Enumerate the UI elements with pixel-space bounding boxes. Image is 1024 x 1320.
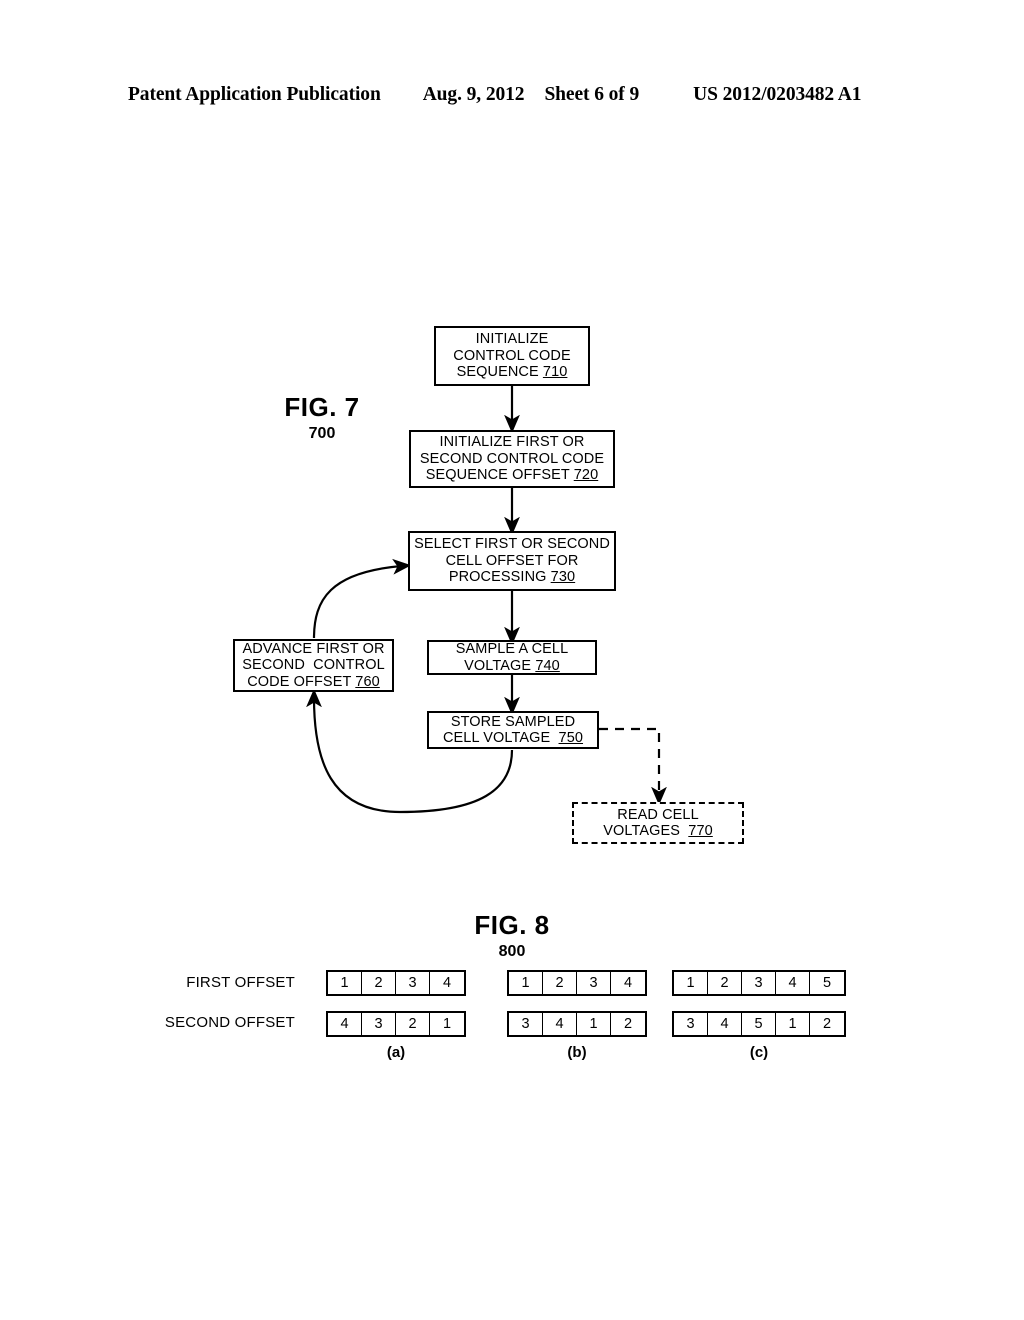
- flowchart-box-710[interactable]: INITIALIZE CONTROL CODE SEQUENCE 710: [434, 326, 590, 386]
- box-760-line3-wrap: CODE OFFSET 760: [247, 674, 380, 691]
- box-730-line1: SELECT FIRST OR SECOND: [414, 536, 610, 553]
- box-710-line2: CONTROL CODE: [453, 347, 571, 364]
- box-740-line2-wrap: VOLTAGE 740: [464, 658, 560, 675]
- cell[interactable]: 4: [543, 1013, 577, 1035]
- box-760-reference: 760: [355, 673, 380, 690]
- page-header: Patent Application Publication Aug. 9, 2…: [128, 84, 896, 112]
- cell[interactable]: 3: [674, 1013, 708, 1035]
- offset-strip-a-first[interactable]: 1 2 3 4: [326, 970, 466, 996]
- box-720-reference: 720: [573, 467, 599, 484]
- box-770-reference: 770: [688, 823, 713, 839]
- box-760-line3: CODE OFFSET: [247, 673, 356, 690]
- box-770-line2: VOLTAGES: [603, 823, 689, 839]
- cell[interactable]: 2: [611, 1013, 645, 1035]
- figure-7-caption: FIG. 7 700: [242, 392, 402, 443]
- box-750-line1: STORE SAMPLED: [450, 713, 576, 730]
- box-710-line3-wrap: SEQUENCE 710: [457, 364, 568, 381]
- cell[interactable]: 3: [577, 972, 611, 994]
- box-760-line1: ADVANCE FIRST OR: [242, 640, 385, 657]
- offset-strip-a-second[interactable]: 4 3 2 1: [326, 1011, 466, 1037]
- box-770-line1: READ CELL: [617, 806, 699, 823]
- box-720-line3-wrap: SEQUENCE OFFSET 720: [426, 467, 598, 484]
- box-750-reference: 750: [558, 730, 584, 746]
- group-label-a: (a): [386, 1044, 406, 1061]
- figure-8-title: FIG. 8: [474, 910, 550, 940]
- box-760-line2: SECOND CONTROL: [242, 657, 385, 674]
- figure-7-number: 700: [308, 425, 336, 442]
- flowchart-box-720[interactable]: INITIALIZE FIRST OR SECOND CONTROL CODE …: [409, 430, 615, 488]
- box-720-line2: SECOND CONTROL CODE: [419, 450, 605, 467]
- cell[interactable]: 4: [708, 1013, 742, 1035]
- cell[interactable]: 5: [742, 1013, 776, 1035]
- flowchart-box-740[interactable]: SAMPLE A CELL VOLTAGE 740: [427, 640, 597, 675]
- box-750-line2: CELL VOLTAGE: [442, 730, 559, 746]
- cell[interactable]: 2: [810, 1013, 844, 1035]
- box-740-line1: SAMPLE A CELL: [455, 641, 569, 657]
- cell[interactable]: 1: [674, 972, 708, 994]
- box-730-line3: PROCESSING: [448, 569, 551, 586]
- cell[interactable]: 4: [776, 972, 810, 994]
- header-sheet-label: Sheet 6 of 9: [544, 84, 640, 105]
- cell[interactable]: 2: [708, 972, 742, 994]
- box-750-line2-wrap: CELL VOLTAGE 750: [443, 730, 583, 747]
- cell[interactable]: 1: [776, 1013, 810, 1035]
- flowchart-box-730[interactable]: SELECT FIRST OR SECOND CELL OFFSET FOR P…: [408, 531, 616, 591]
- cell[interactable]: 3: [362, 1013, 396, 1035]
- box-710-line1: INITIALIZE: [475, 331, 549, 348]
- offset-strip-b-first[interactable]: 1 2 3 4: [507, 970, 647, 996]
- figure-7-title: FIG. 7: [284, 392, 360, 422]
- row-label-second-offset: SECOND OFFSET: [164, 1014, 295, 1031]
- box-710-line3: SEQUENCE: [456, 364, 543, 381]
- cell[interactable]: 1: [328, 972, 362, 994]
- row-label-first-offset: FIRST OFFSET: [186, 974, 295, 991]
- cell[interactable]: 4: [328, 1013, 362, 1035]
- flowchart-box-760[interactable]: ADVANCE FIRST OR SECOND CONTROL CODE OFF…: [233, 639, 394, 692]
- box-730-line3-wrap: PROCESSING 730: [449, 569, 575, 586]
- cell[interactable]: 1: [509, 972, 543, 994]
- group-label-c: (c): [749, 1044, 769, 1061]
- cell[interactable]: 1: [577, 1013, 611, 1035]
- cell[interactable]: 2: [362, 972, 396, 994]
- box-710-reference: 710: [542, 364, 568, 381]
- box-720-line3: SEQUENCE OFFSET: [425, 467, 574, 484]
- cell[interactable]: 4: [430, 972, 464, 994]
- header-patent-number: US 2012/0203482 A1: [693, 84, 862, 105]
- box-730-reference: 730: [550, 569, 576, 586]
- flowchart-box-770[interactable]: READ CELL VOLTAGES 770: [572, 802, 744, 844]
- cell[interactable]: 1: [430, 1013, 464, 1035]
- cell[interactable]: 3: [509, 1013, 543, 1035]
- figure-8-caption: FIG. 8 800: [432, 910, 592, 961]
- cell[interactable]: 2: [396, 1013, 430, 1035]
- box-740-reference: 740: [535, 657, 560, 674]
- cell[interactable]: 5: [810, 972, 844, 994]
- group-label-b: (b): [567, 1044, 587, 1061]
- box-730-line2: CELL OFFSET FOR: [445, 552, 579, 569]
- figure-8-number: 800: [498, 943, 526, 960]
- offset-strip-c-second[interactable]: 3 4 5 1 2: [672, 1011, 846, 1037]
- header-publication-label: Patent Application Publication: [128, 84, 381, 105]
- offset-strip-b-second[interactable]: 3 4 1 2: [507, 1011, 647, 1037]
- cell[interactable]: 3: [742, 972, 776, 994]
- cell[interactable]: 2: [543, 972, 577, 994]
- cell[interactable]: 3: [396, 972, 430, 994]
- flowchart-box-750[interactable]: STORE SAMPLED CELL VOLTAGE 750: [427, 711, 599, 749]
- box-740-line2: VOLTAGE: [464, 657, 536, 674]
- box-770-line2-wrap: VOLTAGES 770: [603, 823, 713, 840]
- header-date-label: Aug. 9, 2012: [422, 84, 525, 105]
- box-720-line1: INITIALIZE FIRST OR: [439, 434, 585, 451]
- offset-strip-c-first[interactable]: 1 2 3 4 5: [672, 970, 846, 996]
- cell[interactable]: 4: [611, 972, 645, 994]
